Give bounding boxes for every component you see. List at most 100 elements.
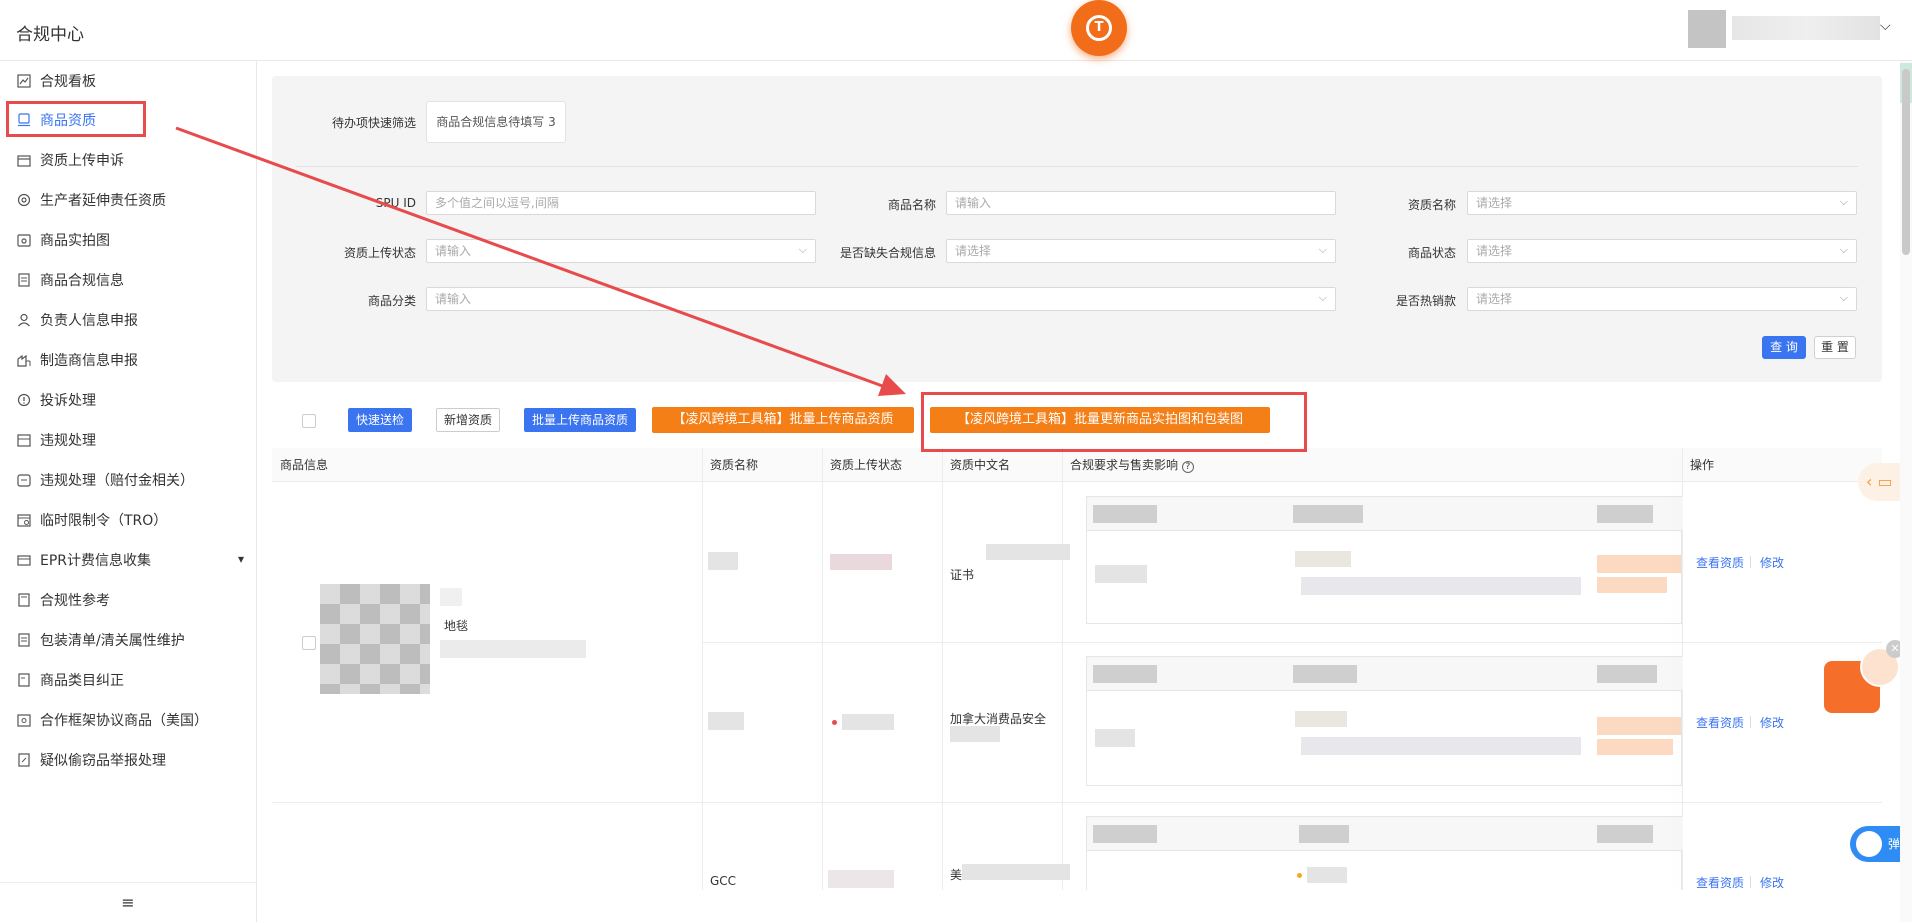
upload-appeal-icon — [16, 152, 32, 168]
collapse-menu-icon[interactable]: ≡ — [0, 882, 256, 922]
sidebar-item-violations-compensation[interactable]: 违规处理（赔付金相关） — [0, 460, 256, 500]
view-qualification-link[interactable]: 查看资质 — [1696, 714, 1744, 731]
header-compliance: 合规要求与售卖影响 ? — [1062, 448, 1682, 482]
promo-widget[interactable]: ✕ — [1812, 640, 1904, 721]
chevron-down-icon[interactable]: ▾ — [238, 552, 244, 566]
chevron-down-icon[interactable]: ⌵ — [1880, 18, 1891, 34]
redacted-text — [1301, 737, 1581, 755]
status-dot — [1297, 873, 1302, 878]
sidebar-item-label: 负责人信息申报 — [40, 313, 138, 329]
redacted-impact — [1597, 717, 1681, 735]
sidebar-item-upload-appeal[interactable]: 资质上传申诉 — [0, 140, 256, 180]
redacted-text — [1299, 825, 1349, 843]
redacted-impact — [1597, 555, 1681, 573]
sidebar-item-epr-billing[interactable]: EPR计费信息收集 ▾ — [0, 540, 256, 580]
sidebar-item-product-photos[interactable]: 商品实拍图 — [0, 220, 256, 260]
book-icon — [16, 592, 32, 608]
compliance-subtable — [1086, 496, 1683, 624]
person-icon — [16, 312, 32, 328]
sidebar-item-label: 包装清单/清关属性维护 — [40, 633, 185, 649]
reset-button[interactable]: 重 置 — [1814, 336, 1856, 359]
product-name-label: 商品名称 — [887, 198, 936, 212]
calendar-icon — [16, 512, 32, 528]
sidebar-item-complaints[interactable]: 投诉处理 — [0, 380, 256, 420]
hot-selling-select[interactable]: 请选择 ⌵ — [1467, 287, 1857, 311]
select-all-checkbox[interactable] — [302, 414, 316, 428]
sidebar-item-label: 资质上传申诉 — [40, 153, 124, 169]
filter-divider — [296, 166, 1858, 167]
sidebar-item-epr[interactable]: 生产者延伸责任资质 — [0, 180, 256, 220]
category-select[interactable]: 请输入 ⌵ — [426, 287, 1336, 311]
category-placeholder: 请输入 — [435, 292, 472, 306]
product-name-input[interactable]: 请输入 — [946, 191, 1336, 215]
sidebar-item-theft-report[interactable]: 疑似偷窃品举报处理 — [0, 740, 256, 780]
qual-name-select[interactable]: 请选择 ⌵ — [1467, 191, 1857, 215]
quick-filter-chip[interactable]: 商品合规信息待填写 3 — [426, 101, 566, 143]
hot-selling-label: 是否热销款 — [1395, 294, 1456, 308]
sidebar-item-tro[interactable]: 临时限制令（TRO） — [0, 500, 256, 540]
upload-status-select[interactable]: 请输入 ⌵ — [426, 239, 816, 263]
header-compliance-label: 合规要求与售卖影响 — [1070, 458, 1179, 472]
list-icon — [16, 632, 32, 648]
sidebar-item-category-correction[interactable]: 商品类目纠正 — [0, 660, 256, 700]
missing-info-label: 是否缺失合规信息 — [839, 246, 936, 260]
row-checkbox[interactable] — [302, 636, 316, 650]
redacted-text — [708, 712, 744, 730]
batch-upload-button[interactable]: 批量上传商品资质 — [524, 408, 636, 432]
sidebar-item-responsible-person[interactable]: 负责人信息申报 — [0, 300, 256, 340]
redacted-text — [962, 864, 1070, 880]
header-product-info: 商品信息 — [272, 448, 702, 482]
chevron-down-icon: ⌵ — [1839, 291, 1848, 304]
sidebar-item-framework-agreement[interactable]: 合作框架协议商品（美国） — [0, 700, 256, 740]
add-qualification-button[interactable]: 新增资质 — [436, 408, 500, 432]
redacted-impact — [1597, 577, 1667, 593]
chevron-down-icon: ⌵ — [1839, 243, 1848, 256]
view-qualification-link[interactable]: 查看资质 — [1696, 874, 1744, 890]
edit-link[interactable]: 修改 — [1760, 874, 1784, 890]
sidebar-item-packing-list[interactable]: 包装清单/清关属性维护 — [0, 620, 256, 660]
edit-link[interactable]: 修改 — [1760, 554, 1784, 571]
sidebar-item-label: 违规处理（赔付金相关） — [40, 473, 194, 489]
redacted-text — [708, 552, 738, 570]
product-status-label: 商品状态 — [1407, 246, 1456, 260]
header-upload-status: 资质上传状态 — [822, 448, 942, 482]
sidebar-item-compliance-reference[interactable]: 合规性参考 — [0, 580, 256, 620]
quick-check-button[interactable]: 快速送检 — [348, 408, 412, 432]
sidebar-item-violations[interactable]: 违规处理 — [0, 420, 256, 460]
product-thumbnail[interactable] — [320, 584, 430, 694]
spu-id-input[interactable]: 多个值之间以逗号,间隔 — [426, 191, 816, 215]
sidebar-item-compliance-info[interactable]: 商品合规信息 — [0, 260, 256, 300]
qual-name-label: 资质名称 — [1407, 198, 1456, 212]
top-bar: 合规中心 T ⌵ — [0, 0, 1912, 61]
sidebar-item-label: EPR计费信息收集 — [40, 553, 152, 569]
compliance-subtable — [1086, 656, 1683, 786]
action-separator — [1750, 876, 1751, 888]
page-scrollbar[interactable] — [1900, 61, 1912, 922]
col-divider — [1062, 448, 1063, 890]
scroll-thumb[interactable] — [1902, 69, 1910, 255]
redacted-text — [1093, 665, 1157, 683]
missing-info-select[interactable]: 请选择 ⌵ — [946, 239, 1336, 263]
redacted-status — [842, 714, 894, 730]
product-status-placeholder: 请选择 — [1476, 244, 1513, 258]
view-qualification-link[interactable]: 查看资质 — [1696, 554, 1744, 571]
avatar[interactable] — [1688, 10, 1726, 48]
user-name-redacted[interactable] — [1732, 16, 1880, 40]
chart-line-icon — [16, 73, 32, 89]
redacted-text — [1301, 577, 1581, 595]
sidebar: 合规看板 商品资质 资质上传申诉 生产者延伸责任资质 商品实拍图 商品合规信息 … — [0, 61, 257, 922]
tool-logo-icon[interactable]: T — [1071, 0, 1127, 56]
subtable-header — [1087, 817, 1683, 851]
sidebar-item-compliance-board[interactable]: 合规看板 — [0, 61, 256, 101]
edit-link[interactable]: 修改 — [1760, 714, 1784, 731]
sidebar-item-label: 制造商信息申报 — [40, 353, 138, 369]
redacted-text — [1307, 867, 1347, 883]
qual-name: GCC — [710, 874, 737, 888]
tool-batch-upload-button[interactable]: 【凌风跨境工具箱】批量上传商品资质 — [652, 407, 914, 433]
redacted-text — [1293, 665, 1357, 683]
product-status-select[interactable]: 请选择 ⌵ — [1467, 239, 1857, 263]
sidebar-item-manufacturer[interactable]: 制造商信息申报 — [0, 340, 256, 380]
query-button[interactable]: 查 询 — [1762, 336, 1806, 359]
chevron-down-icon: ⌵ — [1839, 195, 1848, 208]
question-circle-icon[interactable]: ? — [1181, 461, 1194, 473]
